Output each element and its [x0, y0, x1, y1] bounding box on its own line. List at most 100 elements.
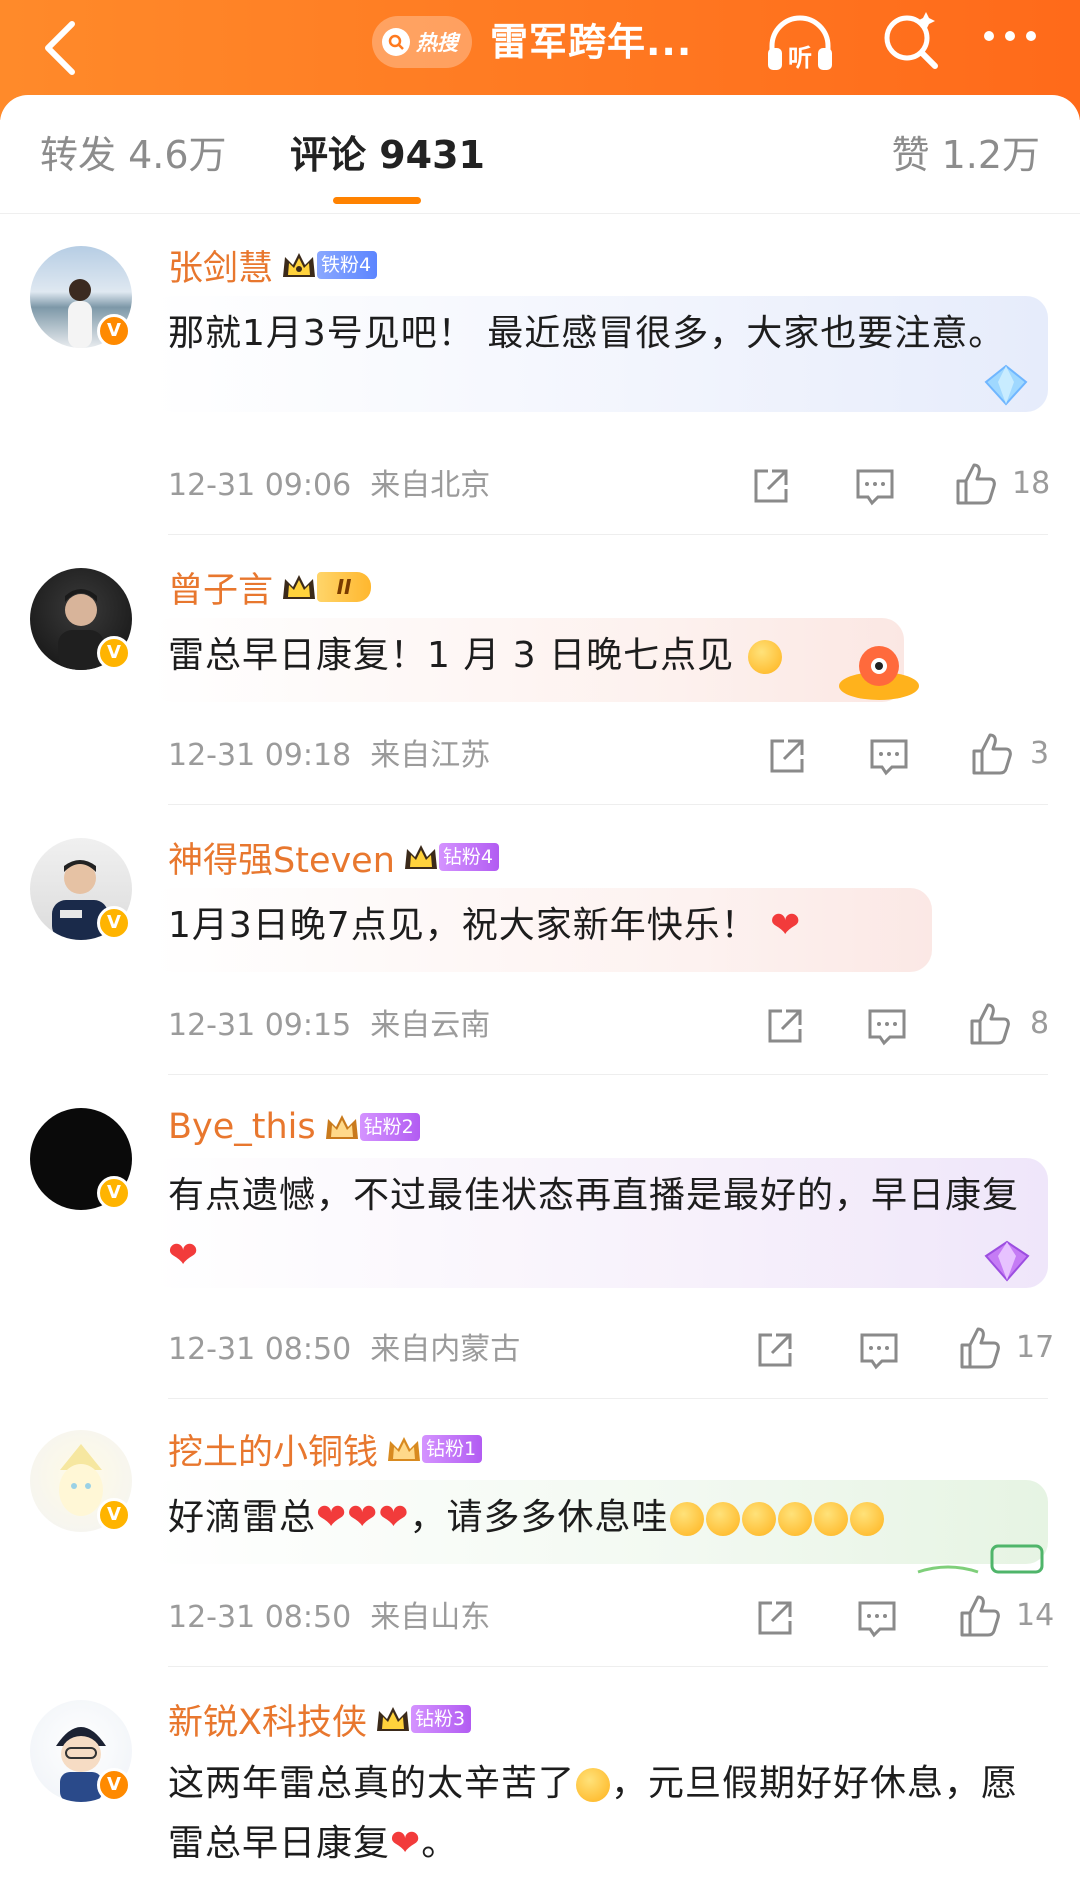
comment-time: 12-31 08:50	[168, 1600, 352, 1635]
share-icon[interactable]	[752, 1327, 798, 1373]
hot-search-pill[interactable]: 热搜	[372, 16, 472, 68]
like-icon[interactable]	[956, 1325, 1002, 1371]
like-icon[interactable]	[966, 1001, 1012, 1047]
username-row: Bye_this 钻粉2	[168, 1102, 420, 1152]
crown-icon	[325, 1115, 358, 1139]
comment-time: 12-31 09:06	[168, 468, 352, 503]
comment-meta: 12-31 09:18 来自江苏	[168, 736, 490, 776]
verified-badge-icon: V	[97, 1768, 131, 1802]
username[interactable]: 曾子言	[168, 562, 273, 613]
tab-reposts[interactable]: 转发 4.6万	[40, 125, 227, 185]
share-icon[interactable]	[748, 463, 794, 509]
tab-likes[interactable]: 赞 1.2万	[891, 125, 1040, 185]
like-icon[interactable]	[956, 1593, 1002, 1639]
comment-text-main: 有点遗憾，不过最佳状态再直播是最好的，早日康复	[168, 1175, 1020, 1216]
emoji-icon	[705, 1502, 740, 1536]
comment-time: 12-31 09:15	[168, 1008, 352, 1043]
tab-bar: 转发 4.6万 评论 9431 赞 1.2万	[0, 95, 1080, 214]
like-icon[interactable]	[968, 731, 1014, 777]
page-title[interactable]: 雷军跨年...	[490, 14, 692, 70]
username-row: 挖土的小铜钱 钻粉1	[168, 1424, 483, 1475]
like-count: 3	[1030, 736, 1050, 771]
verified-badge-icon: V	[97, 906, 131, 940]
fan-badge: 钻粉4	[438, 843, 499, 871]
username-row: 曾子言 II	[168, 562, 372, 613]
comment-bubble: 有点遗憾，不过最佳状态再直播是最好的，早日康复 ❤	[150, 1158, 1048, 1288]
more-button[interactable]	[975, 12, 1045, 72]
emoji-icon	[813, 1502, 848, 1536]
search-icon	[884, 12, 938, 69]
back-button[interactable]	[30, 12, 100, 82]
username[interactable]: 新锐X科技侠	[168, 1694, 367, 1745]
fan-badge: 铁粉4	[317, 251, 378, 279]
like-count: 14	[1016, 1598, 1055, 1633]
comment-text-main: 1月3日晚7点见，祝大家新年快乐！	[168, 905, 758, 946]
tab-comments[interactable]: 评论 9431	[290, 125, 485, 185]
divider	[168, 1666, 1048, 1667]
heart-icon: ❤	[168, 1235, 200, 1276]
username[interactable]: 张剑慧	[168, 240, 273, 291]
share-icon[interactable]	[752, 1595, 798, 1641]
emoji-icon	[849, 1502, 884, 1536]
sticker-decoration-icon	[917, 1544, 1044, 1574]
active-tab-indicator	[333, 197, 421, 204]
search-icon	[382, 28, 410, 56]
comment-bubble: 1月3日晚7点见，祝大家新年快乐！ ❤	[150, 888, 932, 972]
like-icon[interactable]	[952, 461, 998, 507]
comment-text-part-a: 这两年雷总真的太辛苦了	[168, 1763, 576, 1804]
comment-meta: 12-31 08:50 来自山东	[168, 1598, 490, 1638]
comment-location: 来自云南	[370, 1008, 491, 1043]
listen-button[interactable]: 听	[760, 8, 840, 78]
share-icon[interactable]	[762, 1003, 808, 1049]
crown-icon	[404, 845, 437, 869]
comment-location: 来自北京	[370, 468, 491, 503]
heart-icon: ❤	[770, 905, 802, 946]
svg-text:听: 听	[788, 44, 812, 72]
comment-location: 来自内蒙古	[370, 1332, 521, 1367]
comment-text-part-b: ，请多多休息哇	[409, 1497, 669, 1538]
username-row: 新锐X科技侠 钻粉3	[168, 1694, 472, 1745]
comment-text: 那就1月3号见吧！ 最近感冒很多，大家也要注意。	[168, 313, 1006, 354]
username[interactable]: 神得强Steven	[168, 832, 395, 883]
comment-time: 12-31 09:18	[168, 738, 352, 773]
comment-icon[interactable]	[864, 1003, 910, 1049]
like-count: 18	[1012, 466, 1051, 501]
comment-text: 好滴雷总❤❤❤，请多多休息哇	[168, 1488, 1030, 1548]
crown-icon	[388, 1437, 421, 1461]
gem-decoration-icon	[984, 1240, 1030, 1282]
emoji-icon	[741, 1502, 776, 1536]
comment-meta: 12-31 09:06 来自北京	[168, 466, 490, 506]
divider	[168, 804, 1048, 805]
comment-text: 1月3日晚7点见，祝大家新年快乐！ ❤	[168, 896, 914, 956]
comment-text-part-a: 好滴雷总	[168, 1497, 317, 1538]
comment-location: 来自山东	[370, 1600, 491, 1635]
emoji-icon	[669, 1502, 704, 1536]
comment-icon[interactable]	[866, 733, 912, 779]
comment-bubble: 这两年雷总真的太辛苦了 ，元旦假期好好休息，愿雷总早日康复❤。	[150, 1746, 1048, 1876]
heart-icons: ❤❤❤	[316, 1497, 410, 1538]
comment-bubble: 那就1月3号见吧！ 最近感冒很多，大家也要注意。	[150, 296, 1048, 412]
level-badge: II	[317, 572, 372, 602]
crown-icon	[283, 575, 316, 599]
diamond-decoration-icon	[984, 364, 1028, 406]
headphones-icon: 听	[768, 15, 832, 72]
comment-icon[interactable]	[854, 1595, 900, 1641]
fan-badge: 钻粉3	[410, 1705, 472, 1733]
gold-ingot-decoration-icon	[839, 646, 919, 700]
username[interactable]: Bye_this	[168, 1107, 316, 1147]
comment-meta: 12-31 09:15 来自云南	[168, 1006, 490, 1046]
comment-icon[interactable]	[856, 1327, 902, 1373]
share-icon[interactable]	[764, 733, 810, 779]
chevron-left-icon	[45, 21, 75, 75]
comment-location: 来自江苏	[370, 738, 491, 773]
username[interactable]: 挖土的小铜钱	[168, 1424, 378, 1475]
crown-icon	[376, 1707, 409, 1731]
comment-text: 有点遗憾，不过最佳状态再直播是最好的，早日康复 ❤	[168, 1166, 1030, 1286]
emoji-icon	[777, 1502, 812, 1536]
username-row: 神得强Steven 钻粉4	[168, 832, 499, 882]
search-button[interactable]	[875, 6, 945, 76]
more-dots-icon	[984, 31, 1036, 41]
comment-icon[interactable]	[852, 463, 898, 509]
username-row: 张剑慧 铁粉4	[168, 240, 378, 291]
like-count: 8	[1030, 1006, 1050, 1041]
